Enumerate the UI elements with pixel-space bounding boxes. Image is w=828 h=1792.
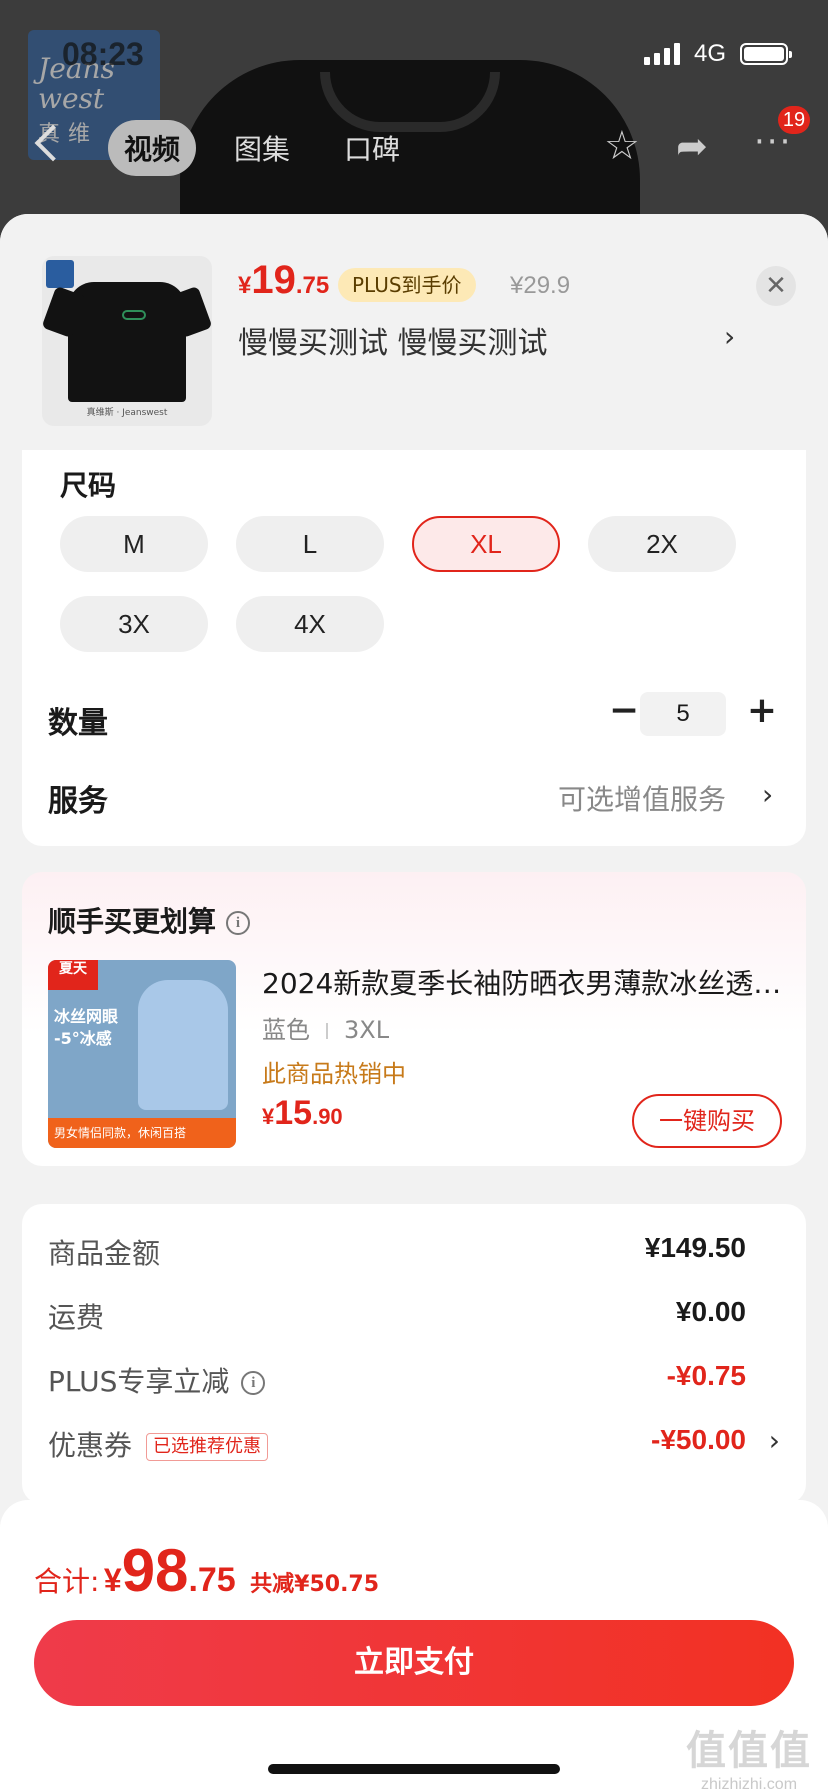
chevron-right-icon[interactable]: › [762, 778, 773, 811]
size-option-2x[interactable]: 2X [588, 516, 736, 572]
shipping-label: 运费 [48, 1301, 105, 1334]
summary-row-shipping: 运费 ¥0.00 [48, 1296, 780, 1336]
size-option-4x[interactable]: 4X [236, 596, 384, 652]
more-badge: 19 [778, 106, 810, 134]
product-price: ¥19.75 [238, 258, 329, 303]
back-icon[interactable] [34, 124, 72, 162]
bundle-price-integer: 15 [274, 1094, 313, 1132]
bundle-image-text: 冰丝网眼 -5°冰感 [54, 1006, 118, 1050]
plus-price-tag: PLUS到手价 [338, 268, 476, 302]
info-icon[interactable]: i [226, 911, 251, 935]
bundle-hot-label: 此商品热销中 [262, 1060, 406, 1088]
thumbnail-caption: 真维斯 · Jeanswest [86, 408, 168, 418]
home-indicator[interactable] [268, 1764, 560, 1774]
summary-row-plus: PLUS专享立减 i -¥0.75 [48, 1360, 780, 1400]
bundle-image-text-1: 冰丝网眼 [54, 1007, 119, 1026]
quantity-input[interactable]: 5 [640, 692, 726, 736]
size-option-xl[interactable]: XL [412, 516, 560, 572]
battery-icon [740, 43, 792, 65]
total-price: 合计: ¥98.75 共减¥50.75 [34, 1536, 379, 1605]
status-bar: 08:23 4G [0, 30, 828, 80]
bundle-card: 顺手买更划算 i 夏天 冰丝网眼 -5°冰感 男女情侣同款，休闲百搭 2024新款… [22, 872, 806, 1166]
tab-video[interactable]: 视频 [108, 120, 197, 176]
favorite-star-icon[interactable]: ☆ [604, 126, 640, 166]
close-icon: ✕ [765, 271, 787, 301]
chevron-right-icon[interactable]: › [724, 320, 735, 353]
info-icon[interactable]: i [241, 1371, 266, 1395]
price-decimal: .75 [295, 272, 330, 299]
selected-spec[interactable]: 慢慢买测试 慢慢买测试 [238, 318, 548, 362]
pay-now-button[interactable]: 立即支付 [34, 1620, 794, 1706]
bundle-image-badge: 夏天 [48, 960, 98, 990]
service-value[interactable]: 可选增值服务 [558, 778, 726, 818]
tab-gallery[interactable]: 图集 [218, 120, 306, 176]
watermark-cn: 值值值 [686, 1728, 812, 1774]
summary-row-coupon[interactable]: 优惠券 已选推荐优惠 -¥50.00 › [48, 1424, 780, 1464]
brand-logo-line2: west [38, 82, 105, 115]
total-integer: 98 [121, 1537, 189, 1604]
price-summary-card: 商品金额 ¥149.50 运费 ¥0.00 PLUS专享立减 i -¥0.75 优… [22, 1204, 806, 1504]
network-type: 4G [693, 40, 726, 67]
watermark-en: zhizhizhi.com [700, 1776, 798, 1792]
bundle-product-name[interactable]: 2024新款夏季长袖防晒衣男薄款冰丝透气外套 [262, 962, 782, 1002]
summary-row-goods: 商品金额 ¥149.50 [48, 1232, 780, 1272]
close-button[interactable]: ✕ [756, 266, 796, 306]
total-saved: 共减¥50.75 [250, 1572, 380, 1597]
size-option-3x[interactable]: 3X [60, 596, 208, 652]
coupon-value: -¥50.00 [651, 1424, 746, 1455]
watermark: 值值值 zhizhizhi.com [676, 1718, 822, 1792]
shipping-value: ¥0.00 [675, 1296, 746, 1327]
size-options: M L XL 2X 3X 4X [60, 516, 780, 652]
bundle-spec: 蓝色 3XL [262, 1010, 389, 1045]
size-option-l[interactable]: L [236, 516, 384, 572]
checkout-footer: 合计: ¥98.75 共减¥50.75 立即支付 值值值 zhizhizhi.c… [0, 1500, 828, 1792]
thumbnail-shirt [68, 282, 186, 402]
bundle-price: ¥15.90 [262, 1094, 343, 1133]
plus-discount-label-wrap: PLUS专享立减 i [48, 1360, 266, 1400]
bundle-image-footer: 男女情侣同款，休闲百搭 [48, 1118, 236, 1148]
options-card: 尺码 M L XL 2X 3X 4X 数量 − 5 + 服务 可选增值服务 › [22, 450, 806, 846]
plus-discount-label: PLUS专享立减 [48, 1365, 230, 1398]
share-icon[interactable]: ➦ [676, 126, 708, 166]
bundle-size: 3XL [344, 1016, 390, 1044]
media-tabs: 视频 图集 口碑 [108, 120, 416, 176]
goods-amount-label: 商品金额 [48, 1237, 161, 1270]
size-label: 尺码 [60, 469, 117, 502]
size-option-m[interactable]: M [60, 516, 208, 572]
thumbnail-brand-icon [46, 260, 74, 288]
chevron-right-icon[interactable]: › [769, 1424, 780, 1457]
one-click-buy-button[interactable]: 一键购买 [632, 1094, 782, 1148]
sheet-header: 真维斯 · Jeanswest ¥19.75 PLUS到手价 ¥29.9 ✕ 慢… [0, 214, 828, 450]
coupon-label: 优惠券 [48, 1429, 133, 1462]
original-price: ¥29.9 [510, 272, 571, 299]
status-time: 08:23 [62, 36, 144, 72]
total-currency: ¥ [103, 1562, 122, 1598]
bundle-title-text: 顺手买更划算 [48, 905, 217, 938]
total-decimal: .75 [188, 1561, 236, 1599]
product-thumbnail[interactable]: 真维斯 · Jeanswest [42, 256, 212, 426]
price-currency: ¥ [238, 272, 252, 299]
bundle-color: 蓝色 [262, 1016, 310, 1044]
total-label: 合计: [34, 1565, 100, 1598]
bundle-price-decimal: .90 [312, 1104, 343, 1129]
goods-amount-value: ¥149.50 [644, 1232, 746, 1263]
plus-discount-value: -¥0.75 [666, 1360, 746, 1391]
coupon-tag: 已选推荐优惠 [146, 1433, 269, 1461]
bundle-image-text-2: -5°冰感 [54, 1029, 112, 1048]
quantity-increase-button[interactable]: + [740, 690, 784, 734]
tab-reviews[interactable]: 口碑 [328, 120, 416, 176]
coupon-label-wrap: 优惠券 已选推荐优惠 [48, 1424, 269, 1464]
bundle-jacket-image [138, 980, 228, 1110]
signal-icon [643, 43, 680, 65]
bundle-price-currency: ¥ [262, 1104, 275, 1129]
service-label: 服务 [48, 784, 108, 819]
product-nav-bar: 视频 图集 口碑 ☆ ➦ ··· 19 [0, 106, 828, 182]
bundle-title: 顺手买更划算 i [48, 900, 251, 940]
quantity-label: 数量 [48, 706, 108, 741]
status-icons: 4G [643, 40, 792, 68]
price-integer: 19 [251, 258, 296, 302]
thumbnail-print [122, 310, 146, 320]
spec-divider [326, 1023, 328, 1039]
bundle-product-image[interactable]: 夏天 冰丝网眼 -5°冰感 男女情侣同款，休闲百搭 [48, 960, 236, 1148]
